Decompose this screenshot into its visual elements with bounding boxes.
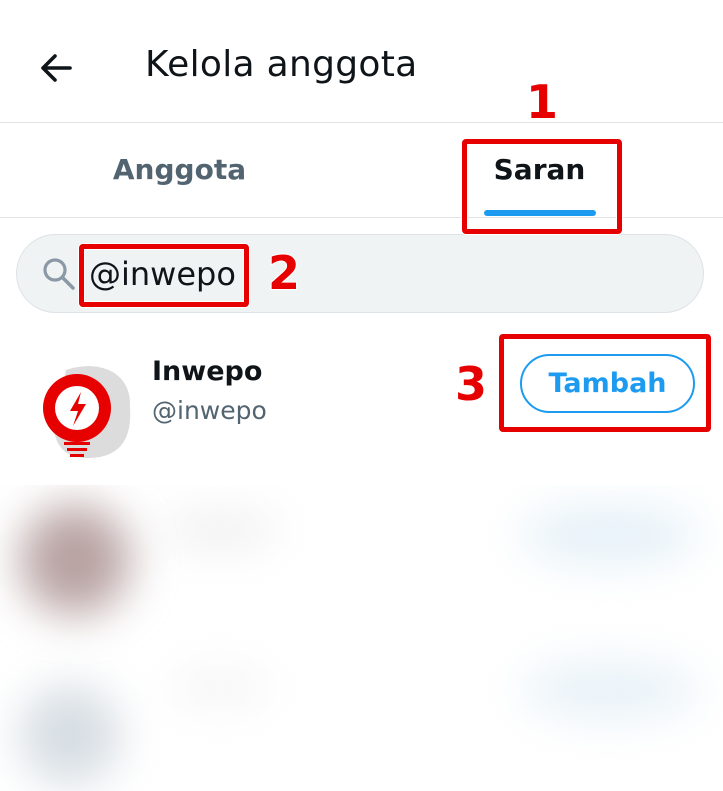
- search-icon: [43, 258, 75, 290]
- page-title: Kelola anggota: [145, 44, 418, 85]
- blurred-avatar: [20, 505, 130, 615]
- tab-anggota[interactable]: Anggota: [0, 122, 361, 217]
- annotation-number-3: 3: [454, 356, 488, 412]
- blurred-text: [160, 515, 280, 545]
- annotation-box-search: [79, 244, 249, 307]
- annotation-number-1: 1: [525, 74, 559, 130]
- blurred-text: [170, 675, 270, 701]
- tab-anggota-label: Anggota: [112, 153, 247, 186]
- user-name: Inwepo: [152, 356, 263, 387]
- avatar: [43, 366, 131, 458]
- arrow-left-icon: [41, 54, 72, 82]
- user-handle: @inwepo: [152, 396, 267, 425]
- back-button[interactable]: [36, 48, 76, 88]
- header: Kelola anggota: [0, 0, 723, 123]
- annotation-number-2: 2: [267, 245, 301, 301]
- blurred-avatar: [20, 685, 120, 785]
- blurred-button: [520, 660, 700, 720]
- annotation-box-add: [499, 334, 711, 432]
- annotation-box-saran: [462, 139, 622, 234]
- blurred-button: [520, 505, 700, 565]
- blurred-results: [0, 485, 723, 791]
